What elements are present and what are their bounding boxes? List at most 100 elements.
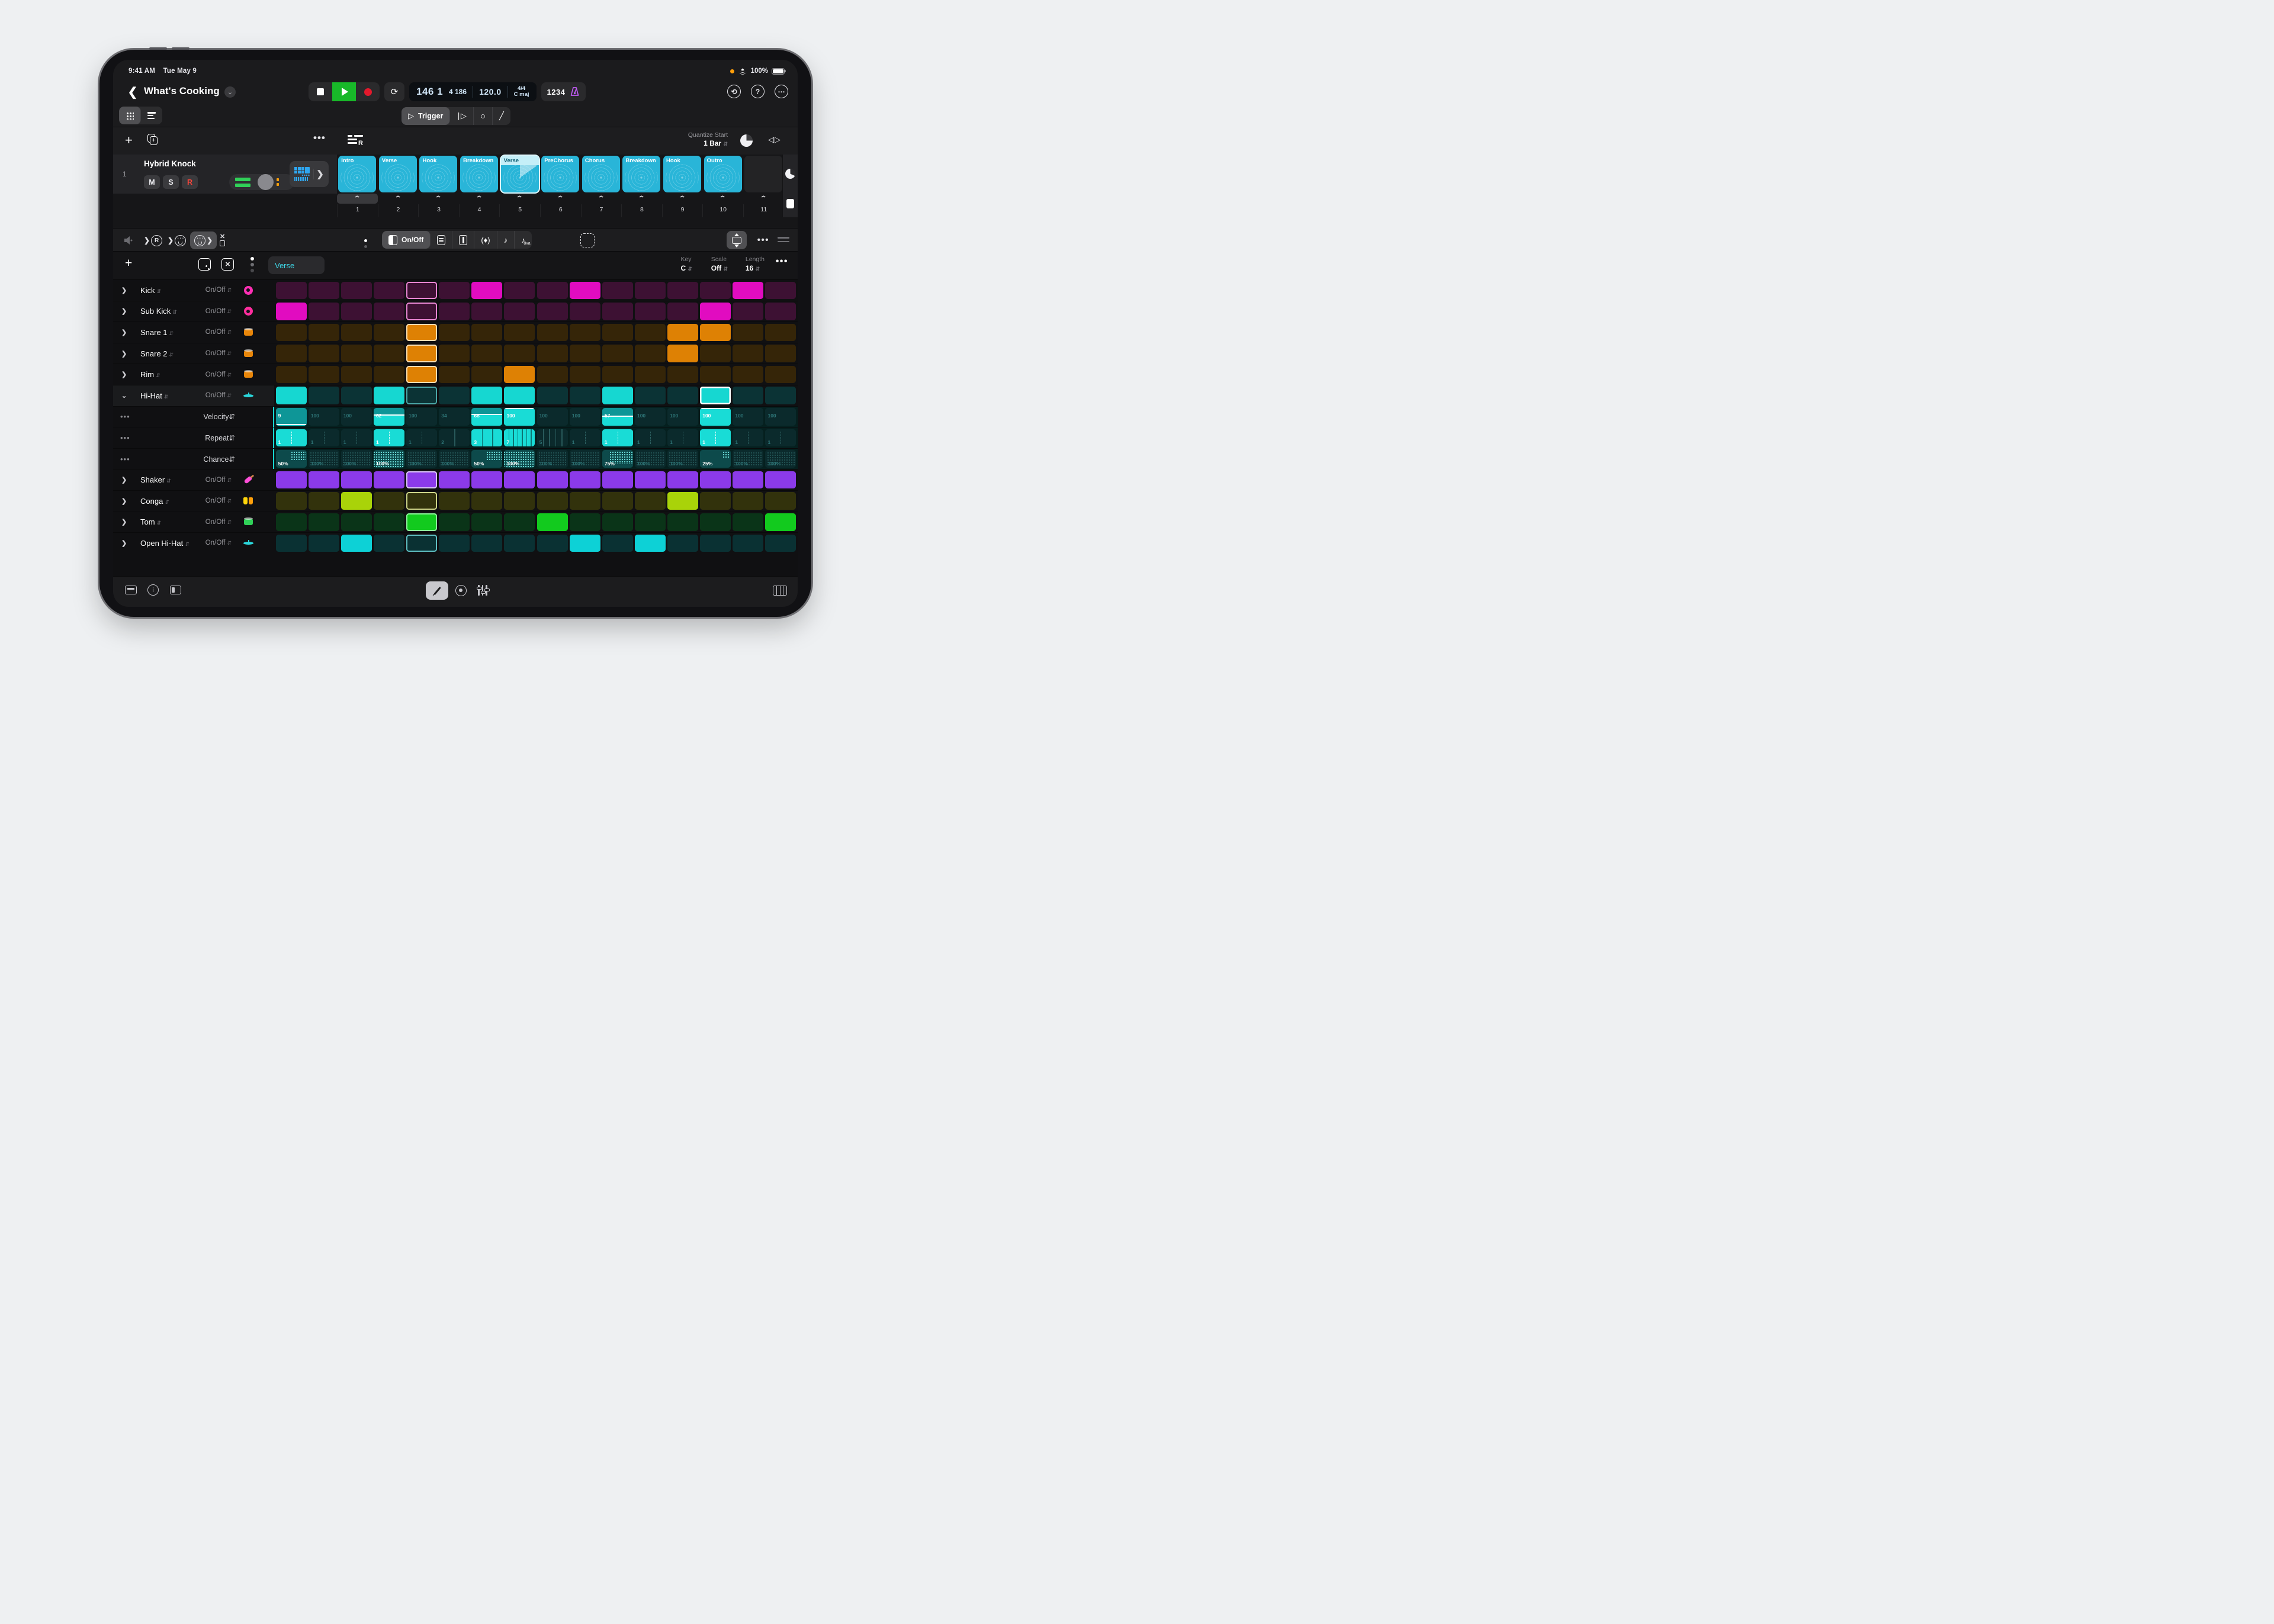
octave-mode-button[interactable]: ♪8va [515, 231, 532, 249]
step-cell[interactable] [406, 513, 437, 531]
tie-mode-button[interactable]: (♦) [474, 231, 497, 249]
midi-in-icon[interactable]: ❯ [168, 231, 186, 249]
step-cell[interactable] [537, 282, 568, 300]
step-cell[interactable]: 100% [537, 450, 568, 468]
row-mode-label[interactable]: On/Off [205, 477, 226, 484]
step-cell[interactable] [733, 366, 763, 384]
step-cell[interactable] [504, 324, 535, 342]
expand-chevron-icon[interactable]: ❯ [121, 329, 127, 336]
section-slot-number[interactable]: 2 [378, 204, 419, 217]
section-queue-chevron[interactable]: ⌃ [540, 194, 581, 204]
step-cell[interactable] [635, 492, 666, 510]
step-cell[interactable] [309, 324, 339, 342]
step-cell[interactable] [341, 282, 372, 300]
step-cell[interactable] [406, 282, 437, 300]
row-header-shaker[interactable]: ❯Shaker⇵On/Off⇵ [113, 469, 274, 490]
step-cell[interactable] [765, 535, 796, 552]
expand-chevron-icon[interactable]: ❯ [121, 287, 127, 294]
step-cell[interactable] [570, 471, 600, 489]
step-cell[interactable] [439, 471, 470, 489]
step-cell[interactable]: 7 [504, 429, 535, 447]
step-cell[interactable] [309, 282, 339, 300]
step-cell[interactable]: 1 [309, 429, 339, 447]
step-cell[interactable]: 1 [765, 429, 796, 447]
section-slot-number[interactable]: 3 [418, 204, 459, 217]
section-card-empty[interactable] [744, 156, 782, 192]
pencil-tool-button[interactable] [426, 581, 448, 600]
step-cell[interactable] [537, 387, 568, 404]
step-cell[interactable] [733, 387, 763, 404]
note-mode-button[interactable]: ♪ [497, 231, 515, 249]
step-cell[interactable] [309, 535, 339, 552]
section-queue-chevron[interactable]: ⌃ [702, 194, 743, 204]
step-cell[interactable] [765, 345, 796, 362]
step-cell[interactable] [374, 324, 404, 342]
step-cell[interactable] [471, 387, 502, 404]
quantize-pie-icon[interactable] [740, 134, 753, 147]
step-cell[interactable]: 75% [602, 450, 633, 468]
step-cell[interactable]: 100% [667, 450, 698, 468]
step-cell[interactable]: 25% [700, 450, 731, 468]
step-cell[interactable] [667, 366, 698, 384]
step-cell[interactable] [406, 303, 437, 320]
step-cell[interactable]: 1 [602, 429, 633, 447]
step-cell[interactable]: 100% [341, 450, 372, 468]
step-cell[interactable]: 100 [765, 408, 796, 426]
pencil-mode-button[interactable]: ╱ [493, 107, 510, 125]
step-cell[interactable] [439, 492, 470, 510]
step-cell[interactable] [341, 366, 372, 384]
onoff-mode-button[interactable]: On/Off [382, 231, 431, 249]
step-cell[interactable]: 34 [439, 408, 470, 426]
step-cell[interactable] [374, 387, 404, 404]
step-cell[interactable] [504, 345, 535, 362]
step-cell[interactable]: 50% [276, 450, 307, 468]
grid-view-button[interactable] [119, 107, 141, 124]
step-cell[interactable] [504, 513, 535, 531]
selection-mode-button[interactable] [580, 233, 595, 247]
section-queue-chevron[interactable]: ⌃ [662, 194, 703, 204]
step-cell[interactable]: 100% [635, 450, 666, 468]
step-cell[interactable] [635, 535, 666, 552]
section-card[interactable]: Chorus [582, 156, 620, 192]
step-cell[interactable] [765, 303, 796, 320]
row-mode-label[interactable]: On/Off [205, 392, 226, 399]
step-cell[interactable] [471, 471, 502, 489]
step-cell[interactable] [635, 387, 666, 404]
step-cell[interactable] [406, 535, 437, 552]
rows-view-button[interactable] [141, 107, 162, 124]
arrangement-icon[interactable]: R [348, 135, 363, 146]
section-slot-number[interactable]: 9 [662, 204, 703, 217]
step-cell[interactable] [570, 282, 600, 300]
row-header-repeat[interactable]: •••Repeat⇵ [113, 427, 274, 448]
step-cell[interactable] [276, 303, 307, 320]
drag-handle-icon[interactable] [778, 237, 789, 242]
step-cell[interactable] [471, 345, 502, 362]
step-cell[interactable]: 100% [504, 450, 535, 468]
step-cell[interactable] [570, 535, 600, 552]
metronome-icon[interactable] [570, 86, 580, 97]
section-slot-number[interactable]: 8 [621, 204, 662, 217]
length-control[interactable]: Length 16 ⇵ [746, 255, 765, 274]
step-cell[interactable] [537, 513, 568, 531]
step-cell[interactable] [309, 345, 339, 362]
step-cell[interactable] [667, 535, 698, 552]
stop-button[interactable] [309, 82, 332, 101]
step-cell[interactable]: 5 [537, 429, 568, 447]
step-cell[interactable] [635, 324, 666, 342]
step-cell[interactable] [471, 324, 502, 342]
section-queue-chevron[interactable]: ⌃ [743, 194, 784, 204]
row-header-openhh[interactable]: ❯Open Hi-Hat⇵On/Off⇵ [113, 533, 274, 554]
step-cell[interactable]: 1 [406, 429, 437, 447]
row-header-hihat[interactable]: ⌄Hi-Hat⇵On/Off⇵ [113, 385, 274, 406]
step-cell[interactable]: 1 [635, 429, 666, 447]
step-cell[interactable]: 100% [406, 450, 437, 468]
back-button[interactable]: ❮ [125, 84, 140, 99]
step-cell[interactable] [765, 513, 796, 531]
step-cell[interactable] [276, 535, 307, 552]
row-height-button[interactable] [727, 231, 747, 249]
step-cell[interactable] [341, 303, 372, 320]
section-slot-number[interactable]: 5 [499, 204, 540, 217]
scale-control[interactable]: Scale Off ⇵ [711, 255, 728, 274]
sequencer-more-button[interactable]: ••• [757, 235, 769, 245]
step-cell[interactable] [309, 471, 339, 489]
